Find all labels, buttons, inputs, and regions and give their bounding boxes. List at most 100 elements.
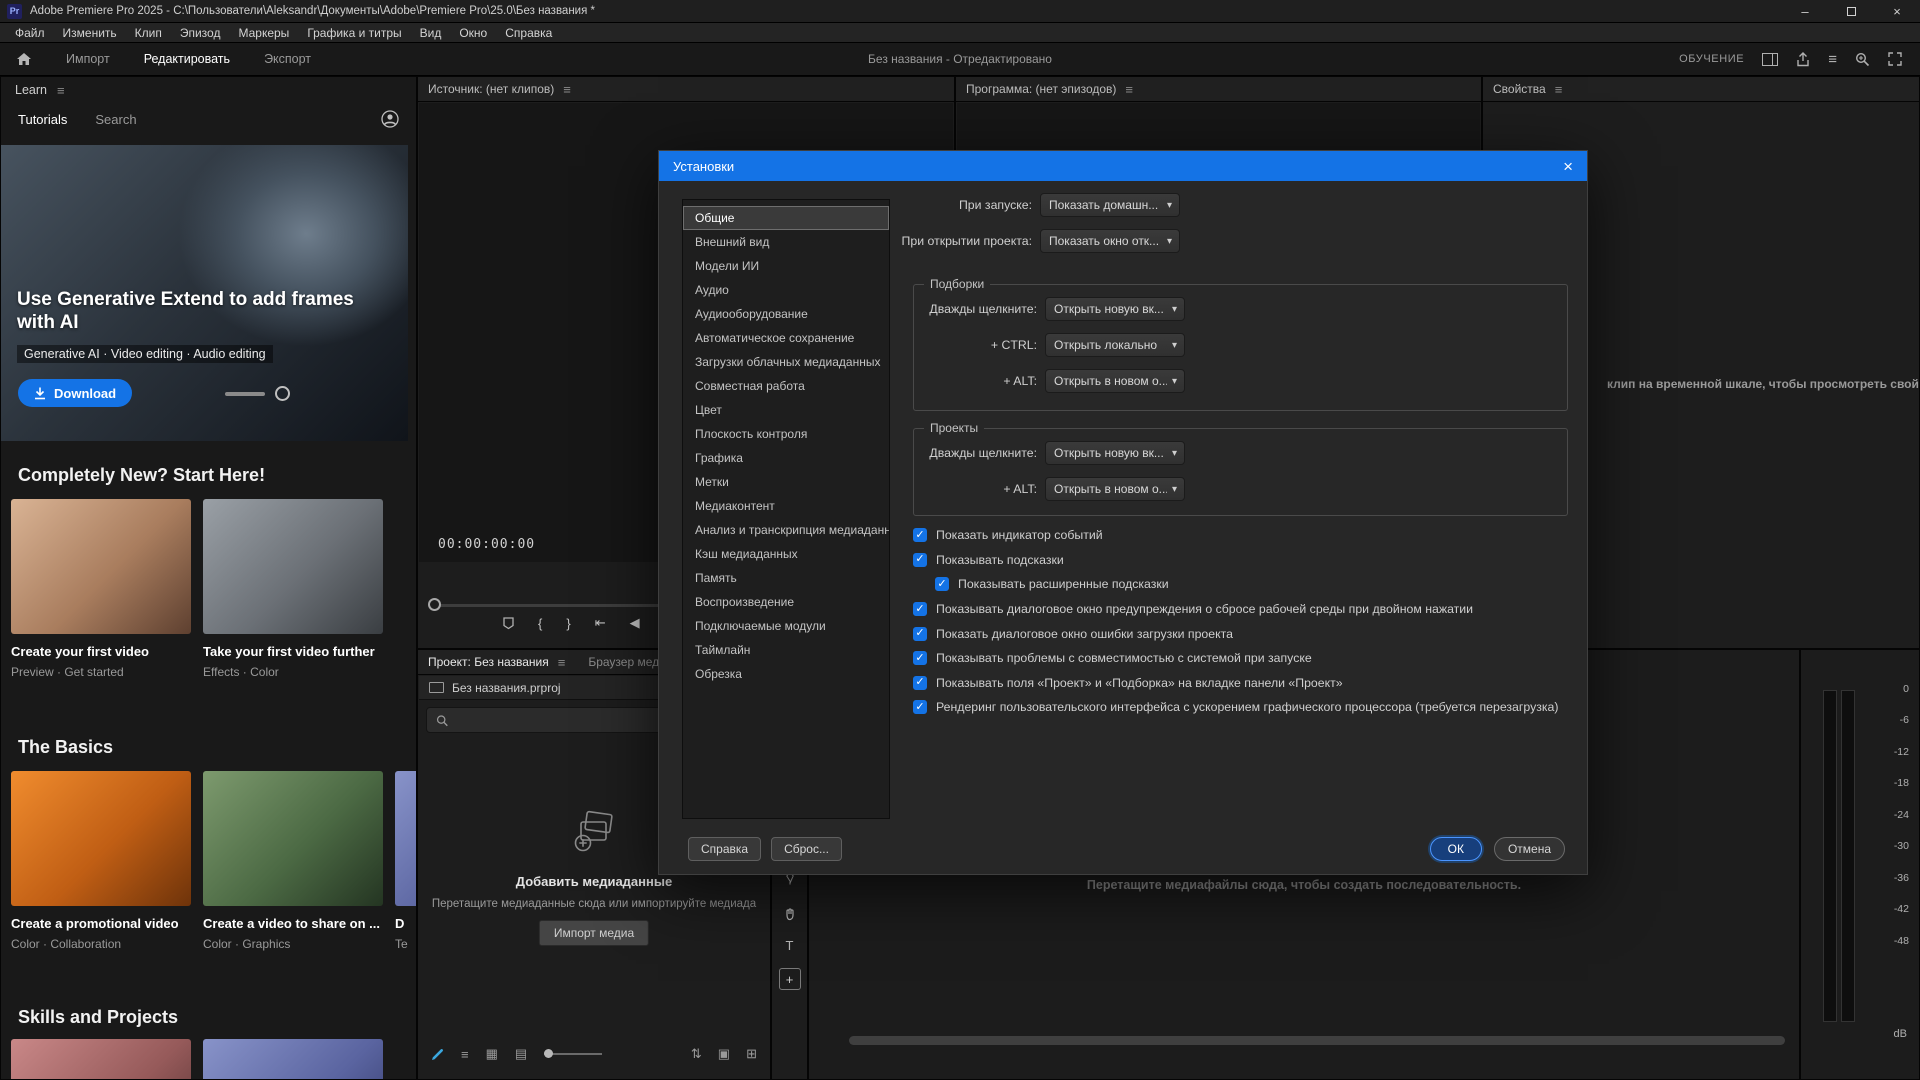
- featured-tutorial-card[interactable]: Use Generative Extend to add frames with…: [1, 145, 408, 441]
- list-view-button[interactable]: ≡: [461, 1047, 469, 1062]
- preferences-category[interactable]: Графика: [683, 446, 889, 470]
- menu-item[interactable]: Графика и титры: [298, 24, 410, 42]
- hand-tool-button[interactable]: [772, 907, 807, 921]
- preferences-category[interactable]: Обрезка: [683, 662, 889, 686]
- preferences-category[interactable]: Анализ и транскрипция медиаданных: [683, 518, 889, 542]
- panel-menu-icon[interactable]: ≡: [563, 82, 571, 97]
- preference-dropdown[interactable]: Открыть в новом о... ▾: [1045, 477, 1185, 501]
- tutorial-card[interactable]: Create your first video Preview · Get st…: [11, 499, 191, 679]
- menu-item[interactable]: Маркеры: [229, 24, 298, 42]
- cancel-button[interactable]: Отмена: [1494, 837, 1565, 861]
- profile-avatar[interactable]: [381, 110, 399, 128]
- panel-menu-icon[interactable]: ≡: [57, 83, 65, 98]
- dialog-titlebar[interactable]: Установки ×: [659, 151, 1587, 181]
- tutorial-card[interactable]: Create a promotional video Color · Colla…: [11, 771, 191, 951]
- step-back-button[interactable]: ◀: [630, 615, 640, 631]
- preferences-category[interactable]: Таймлайн: [683, 638, 889, 662]
- reset-button[interactable]: Сброс...: [771, 837, 842, 861]
- home-button[interactable]: [16, 52, 32, 66]
- preference-checkbox-row[interactable]: ✓ Показать индикатор событий: [913, 523, 1566, 548]
- preferences-category[interactable]: Медиаконтент: [683, 494, 889, 518]
- learn-mode-button[interactable]: ОБУЧЕНИЕ: [1679, 53, 1744, 65]
- tutorial-card-partial[interactable]: D Te: [395, 771, 417, 951]
- preference-checkbox-row[interactable]: ✓ Показывать диалоговое окно предупрежде…: [913, 597, 1566, 622]
- mark-out-button[interactable]: }: [566, 616, 570, 631]
- preference-checkbox-row[interactable]: ✓ Показывать проблемы с совместимостью с…: [913, 646, 1566, 671]
- preferences-category[interactable]: Внешний вид: [683, 230, 889, 254]
- progress-knob[interactable]: [275, 386, 290, 401]
- preferences-category[interactable]: Воспроизведение: [683, 590, 889, 614]
- tab-search[interactable]: Search: [95, 112, 136, 127]
- add-marker-button[interactable]: [503, 617, 514, 630]
- menu-item[interactable]: Окно: [450, 24, 496, 42]
- tutorial-card-partial[interactable]: [11, 1039, 191, 1080]
- preferences-category[interactable]: Память: [683, 566, 889, 590]
- help-button[interactable]: Справка: [688, 837, 761, 861]
- icon-view-button[interactable]: ▦: [486, 1046, 498, 1062]
- menu-item[interactable]: Файл: [6, 24, 54, 42]
- checkbox[interactable]: ✓: [913, 676, 927, 690]
- timeline-scrollbar[interactable]: [849, 1036, 1785, 1045]
- tutorial-card[interactable]: Take your first video further Effects · …: [203, 499, 383, 679]
- preferences-category[interactable]: Метки: [683, 470, 889, 494]
- preference-checkbox-row[interactable]: ✓ Показать диалоговое окно ошибки загруз…: [913, 621, 1566, 646]
- preferences-category[interactable]: Цвет: [683, 398, 889, 422]
- tutorial-card[interactable]: Create a video to share on ... Color · G…: [203, 771, 383, 951]
- preferences-category[interactable]: Общие: [683, 206, 889, 230]
- preferences-category[interactable]: Аудио: [683, 278, 889, 302]
- preference-dropdown[interactable]: Открыть локально ▾: [1045, 333, 1185, 357]
- panel-menu-icon[interactable]: ≡: [1555, 82, 1563, 97]
- checkbox[interactable]: ✓: [913, 700, 927, 714]
- preference-checkbox-row[interactable]: ✓ Показывать подсказки: [913, 548, 1566, 573]
- go-to-in-button[interactable]: ⇤: [595, 615, 606, 631]
- preferences-category[interactable]: Автоматическое сохранение: [683, 326, 889, 350]
- mark-in-button[interactable]: {: [538, 616, 542, 631]
- minimize-button[interactable]: –: [1782, 0, 1828, 22]
- menu-item[interactable]: Вид: [411, 24, 451, 42]
- panel-menu-icon[interactable]: ≡: [1125, 82, 1133, 97]
- dialog-close-button[interactable]: ×: [1563, 158, 1573, 175]
- preferences-category[interactable]: Кэш медиаданных: [683, 542, 889, 566]
- workspace-layout-button[interactable]: [1762, 53, 1778, 66]
- preference-checkbox-row[interactable]: ✓ Рендеринг пользовательского интерфейса…: [913, 695, 1566, 720]
- workspace-tab[interactable]: Импорт: [52, 43, 124, 76]
- checkbox[interactable]: ✓: [913, 528, 927, 542]
- preference-dropdown[interactable]: Открыть в новом о... ▾: [1045, 369, 1185, 393]
- preferences-category[interactable]: Совместная работа: [683, 374, 889, 398]
- edit-pencil-button[interactable]: [431, 1048, 444, 1061]
- menu-item[interactable]: Клип: [126, 24, 171, 42]
- checkbox[interactable]: ✓: [913, 651, 927, 665]
- ok-button[interactable]: ОК: [1430, 837, 1482, 861]
- import-media-button[interactable]: Импорт медиа: [539, 920, 649, 946]
- zoom-tool-button[interactable]: [1855, 52, 1870, 67]
- workspace-tab[interactable]: Экспорт: [250, 43, 325, 76]
- preferences-category[interactable]: Модели ИИ: [683, 254, 889, 278]
- preference-checkbox-row[interactable]: ✓ Показывать расширенные подсказки: [913, 572, 1566, 597]
- preferences-category[interactable]: Аудиооборудование: [683, 302, 889, 326]
- checkbox[interactable]: ✓: [913, 627, 927, 641]
- quick-export-button[interactable]: [1796, 52, 1810, 67]
- close-button[interactable]: ×: [1874, 0, 1920, 22]
- workspace-tab[interactable]: Редактировать: [130, 43, 244, 76]
- selected-tool-button[interactable]: +: [772, 968, 807, 990]
- new-bin-button[interactable]: ▣: [718, 1046, 730, 1062]
- preferences-category[interactable]: Подключаемые модули: [683, 614, 889, 638]
- preferences-category[interactable]: Плоскость контроля: [683, 422, 889, 446]
- maximize-button[interactable]: [1828, 0, 1874, 22]
- preference-dropdown[interactable]: Открыть новую вк... ▾: [1045, 297, 1185, 321]
- checkbox[interactable]: ✓: [913, 553, 927, 567]
- panel-menu-icon[interactable]: ≡: [558, 655, 566, 670]
- source-scrub-knob[interactable]: [428, 598, 441, 611]
- preference-dropdown[interactable]: Показать домашн... ▾: [1040, 193, 1180, 217]
- download-button[interactable]: Download: [18, 379, 132, 407]
- checkbox[interactable]: ✓: [935, 577, 949, 591]
- tab-tutorials[interactable]: Tutorials: [18, 112, 67, 127]
- preference-checkbox-row[interactable]: ✓ Показывать поля «Проект» и «Подборка» …: [913, 671, 1566, 696]
- project-panel-title[interactable]: Проект: Без названия: [428, 655, 549, 669]
- checkbox[interactable]: ✓: [913, 602, 927, 616]
- thumbnail-size-slider[interactable]: [544, 1053, 602, 1055]
- freeform-view-button[interactable]: ▤: [515, 1046, 527, 1062]
- preferences-category[interactable]: Загрузки облачных медиаданных: [683, 350, 889, 374]
- slider-knob[interactable]: [544, 1049, 553, 1058]
- fullscreen-button[interactable]: [1888, 52, 1902, 66]
